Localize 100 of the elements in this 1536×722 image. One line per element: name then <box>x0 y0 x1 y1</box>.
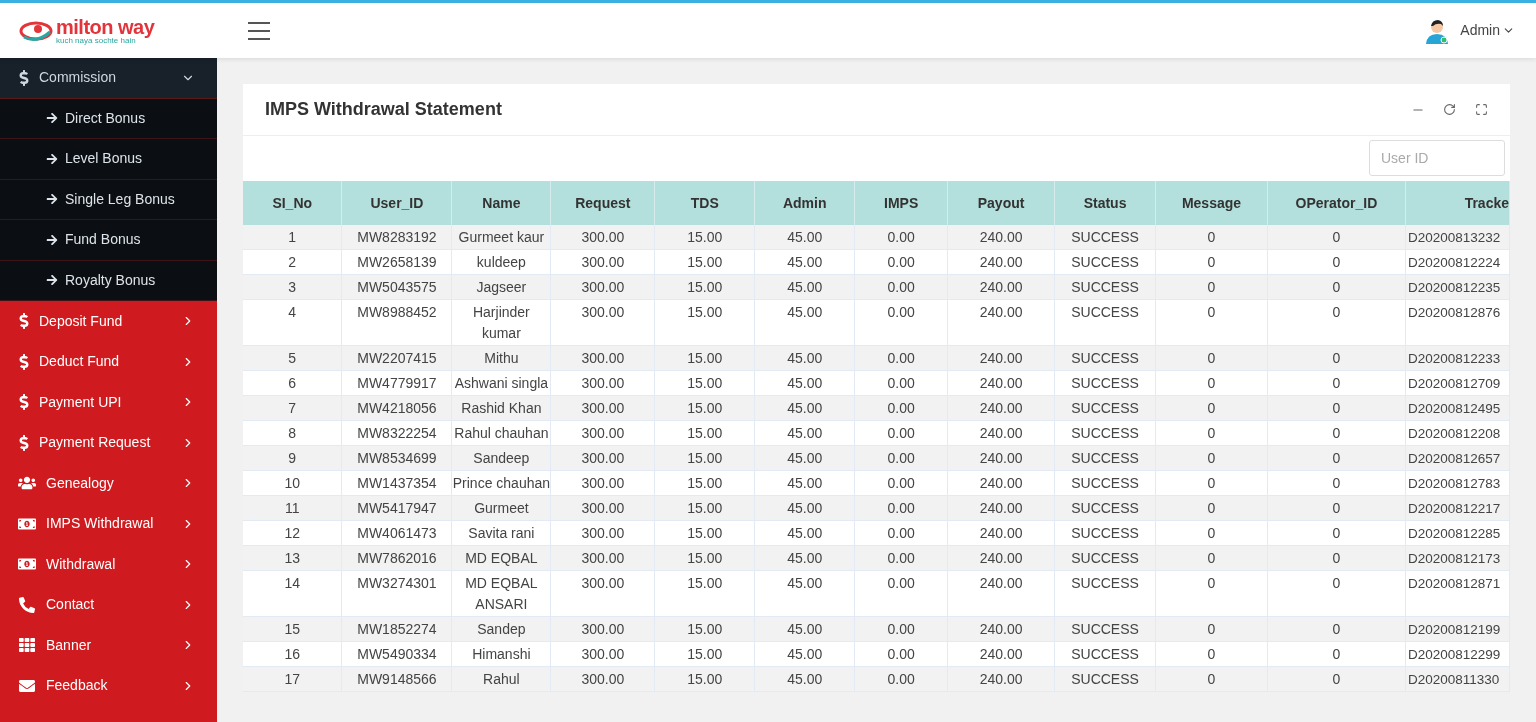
table-cell: 15.00 <box>654 225 755 250</box>
table-cell: 45.00 <box>754 495 855 521</box>
table-cell: 0.00 <box>854 520 948 546</box>
table-cell: MW1852274 <box>341 616 452 642</box>
table-cell: 45.00 <box>754 445 855 471</box>
table-cell: MW7862016 <box>341 545 452 571</box>
table-cell: 240.00 <box>947 249 1055 275</box>
table-cell: 0.00 <box>854 495 948 521</box>
table-cell: D20200812217 <box>1405 495 1510 521</box>
table-cell: MW4218056 <box>341 395 452 421</box>
table-cell: 5 <box>243 345 342 371</box>
table-cell: 300.00 <box>550 641 655 667</box>
table-cell: 0.00 <box>854 641 948 667</box>
table-cell: Gurmeet <box>451 495 551 521</box>
table-cell: 13 <box>243 545 342 571</box>
table-cell: 240.00 <box>947 520 1055 546</box>
table-cell: MW2207415 <box>341 345 452 371</box>
table-cell: 15.00 <box>654 299 755 346</box>
table-cell: 45.00 <box>754 666 855 692</box>
table-cell: 300.00 <box>550 249 655 275</box>
table-cell: 15.00 <box>654 545 755 571</box>
table-cell: 240.00 <box>947 666 1055 692</box>
table-cell: 45.00 <box>754 520 855 546</box>
table-cell: Harjinder kumar <box>451 299 551 346</box>
table-cell: MW5417947 <box>341 495 452 521</box>
table-cell: 0 <box>1267 420 1406 446</box>
refresh-icon[interactable] <box>1443 103 1456 116</box>
submenu-item[interactable]: Direct Bonus <box>0 98 217 139</box>
table-cell: D20200812871 <box>1405 570 1510 617</box>
table-cell: 15.00 <box>654 520 755 546</box>
table-cell: 0 <box>1267 666 1406 692</box>
table-cell: 0 <box>1155 345 1268 371</box>
table-cell: D20200812224 <box>1405 249 1510 275</box>
table-cell: Rahul chauhan <box>451 420 551 446</box>
table-cell: 45.00 <box>754 545 855 571</box>
table-cell: 45.00 <box>754 299 855 346</box>
table-cell: D20200812235 <box>1405 274 1510 300</box>
table-cell: 0 <box>1267 345 1406 371</box>
table-cell: 16 <box>243 641 342 667</box>
table-cell: 45.00 <box>754 249 855 275</box>
table-cell: 3 <box>243 274 342 300</box>
submenu-item[interactable]: Single Leg Bonus <box>0 179 217 220</box>
table-cell: 10 <box>243 470 342 496</box>
fullscreen-icon[interactable] <box>1475 103 1488 116</box>
submenu-item[interactable]: Fund Bonus <box>0 220 217 261</box>
submenu-item[interactable]: Level Bonus <box>0 139 217 180</box>
table-cell: 300.00 <box>550 274 655 300</box>
avatar-icon <box>1424 17 1451 44</box>
table-cell: D20200812173 <box>1405 545 1510 571</box>
table-cell: 6 <box>243 370 342 396</box>
table-cell: MD EQBAL <box>451 545 551 571</box>
table-cell: 0.00 <box>854 274 948 300</box>
table-cell: 240.00 <box>947 641 1055 667</box>
table-cell: D20200812199 <box>1405 616 1510 642</box>
table-cell: 300.00 <box>550 299 655 346</box>
table-cell: 0 <box>1155 495 1268 521</box>
table-cell: Ashwani singla <box>451 370 551 396</box>
table-cell: SUCCESS <box>1054 470 1156 496</box>
table-cell: 0 <box>1155 445 1268 471</box>
table-cell: 45.00 <box>754 641 855 667</box>
menu-button[interactable] <box>248 21 270 40</box>
table-cell: 0.00 <box>854 395 948 421</box>
table-cell: 15.00 <box>654 666 755 692</box>
user-menu[interactable]: Admin <box>1460 20 1515 41</box>
table-cell: 0.00 <box>854 570 948 617</box>
table-cell: 240.00 <box>947 545 1055 571</box>
table-cell: D20200812657 <box>1405 445 1510 471</box>
table-cell: 0 <box>1267 299 1406 346</box>
user-id-field[interactable]: User ID <box>1369 140 1505 176</box>
dollar-icon <box>18 69 30 86</box>
table-cell: 300.00 <box>550 445 655 471</box>
table-cell: 0.00 <box>854 370 948 396</box>
users-icon <box>18 475 36 492</box>
table-cell: MW4061473 <box>341 520 452 546</box>
table-cell: 0.00 <box>854 225 948 250</box>
table-cell: 0.00 <box>854 616 948 642</box>
submenu-item[interactable]: Royalty Bonus <box>0 260 217 301</box>
table-cell: 300.00 <box>550 616 655 642</box>
table-cell: 0 <box>1155 616 1268 642</box>
table-cell: 45.00 <box>754 345 855 371</box>
table-cell: 0.00 <box>854 470 948 496</box>
table-cell: SUCCESS <box>1054 641 1156 667</box>
table-cell: D20200811330 <box>1405 666 1510 692</box>
table-cell: 15.00 <box>654 470 755 496</box>
table-cell: 8 <box>243 420 342 446</box>
table-cell: SUCCESS <box>1054 495 1156 521</box>
table-cell: Savita rani <box>451 520 551 546</box>
table-cell: 45.00 <box>754 225 855 250</box>
envelope-icon <box>18 677 36 694</box>
table-cell: MW9148566 <box>341 666 452 692</box>
table-cell: Sandeep <box>451 445 551 471</box>
table-cell: D20200812299 <box>1405 641 1510 667</box>
sidebar-item[interactable]: Commission <box>0 58 217 99</box>
table-cell: 45.00 <box>754 370 855 396</box>
table-cell: 45.00 <box>754 470 855 496</box>
table-cell: 15.00 <box>654 495 755 521</box>
table-cell: MW8322254 <box>341 420 452 446</box>
table-cell: kuldeep <box>451 249 551 275</box>
table-cell: 300.00 <box>550 345 655 371</box>
table-cell: 15.00 <box>654 345 755 371</box>
